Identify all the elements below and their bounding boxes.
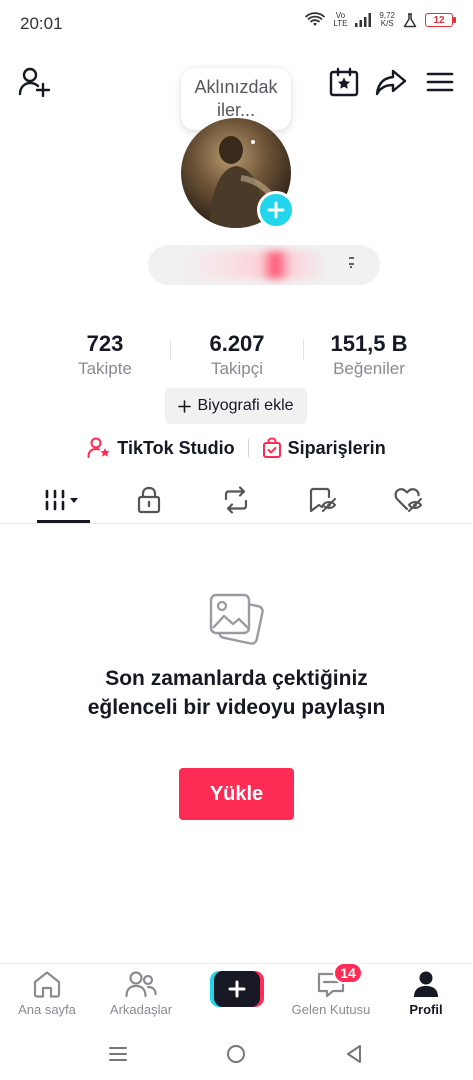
username-edit-icon	[348, 253, 356, 275]
tab-private[interactable]	[104, 476, 194, 524]
add-friend-icon	[18, 67, 51, 98]
empty-state-message: Son zamanlarda çektiğiniz eğlenceli bir …	[87, 667, 386, 719]
links-divider	[247, 439, 249, 457]
signal-icon	[355, 13, 372, 27]
home-circle-icon	[227, 1045, 245, 1063]
status-bar: 20:01 Vo LTE 9,72 K/S 12	[0, 0, 473, 48]
battery-level: 12	[433, 14, 445, 26]
plus-icon	[178, 399, 192, 413]
status-time: 20:01	[20, 14, 63, 33]
menu-icon	[426, 72, 454, 92]
videos-grid-icon	[45, 489, 78, 511]
recents-icon	[109, 1047, 127, 1061]
inbox-badge: 14	[333, 962, 363, 984]
nav-inbox[interactable]: Gelen Kutusu	[284, 970, 378, 1017]
upload-button[interactable]: Yükle	[179, 768, 294, 820]
bottom-navigation: Ana sayfa Arkadaşlar Gelen Kutusu 14 Pro…	[0, 962, 473, 1027]
liked-icon	[394, 488, 423, 512]
profile-tabs	[0, 476, 473, 524]
home-system-button[interactable]	[218, 1038, 254, 1070]
stat-following[interactable]: 723 Takipte	[40, 330, 170, 380]
stat-divider	[170, 340, 171, 360]
likes-label: Beğeniler	[333, 359, 405, 378]
username-blurred	[178, 251, 328, 279]
tab-liked[interactable]	[364, 476, 454, 524]
back-button[interactable]	[336, 1038, 372, 1070]
share-profile-button[interactable]	[372, 64, 410, 100]
battery-icon: 12	[425, 13, 456, 27]
system-navigation	[0, 1028, 473, 1080]
status-icons: Vo LTE 9,72 K/S 12	[305, 12, 456, 28]
empty-photos-icon	[208, 592, 266, 655]
nav-profile-label: Profil	[409, 1002, 443, 1017]
flask-icon	[403, 12, 417, 27]
followers-label: Takipçi	[211, 359, 263, 378]
add-avatar-button[interactable]	[257, 191, 295, 229]
friends-icon	[125, 971, 157, 998]
nav-inbox-label: Gelen Kutusu	[291, 1002, 371, 1017]
shopping-bag-icon	[262, 437, 281, 458]
calendar-button[interactable]	[326, 64, 362, 100]
active-tab-indicator	[37, 520, 90, 523]
volte-label: Vo LTE	[333, 12, 347, 28]
plus-icon	[267, 201, 285, 219]
stat-followers[interactable]: 6.207 Takipçi	[172, 330, 302, 380]
stat-likes[interactable]: 151,5 B Beğeniler	[304, 330, 434, 380]
lock-icon	[137, 486, 161, 514]
plus-icon	[228, 980, 246, 998]
nav-friends[interactable]: Arkadaşlar	[94, 970, 188, 1017]
favorites-icon	[309, 487, 337, 513]
add-friend-button[interactable]	[14, 64, 54, 100]
repost-icon	[224, 486, 248, 514]
create-button-body	[214, 971, 260, 1007]
tiktok-studio-label: TikTok Studio	[117, 437, 235, 458]
tiktok-studio-link[interactable]: TikTok Studio	[87, 437, 235, 459]
back-icon	[347, 1045, 361, 1063]
following-count: 723	[86, 331, 124, 356]
likes-count: 151,5 B	[330, 331, 408, 356]
profile-icon	[414, 971, 438, 997]
wifi-icon	[305, 12, 326, 26]
orders-link[interactable]: Siparişlerin	[262, 437, 386, 459]
network-speed: 9,72 K/S	[379, 12, 395, 28]
speed-unit: K/S	[380, 19, 394, 28]
tab-favorites[interactable]	[278, 476, 368, 524]
username-field[interactable]	[148, 245, 380, 285]
home-icon	[33, 971, 61, 998]
create-button[interactable]	[210, 971, 264, 1007]
tab-videos[interactable]	[18, 476, 108, 524]
profile-links: TikTok Studio Siparişlerin	[0, 434, 473, 462]
followers-count: 6.207	[209, 331, 265, 356]
add-bio-button[interactable]: Biyografi ekle	[165, 388, 307, 424]
nav-home[interactable]: Ana sayfa	[0, 970, 94, 1017]
recents-button[interactable]	[100, 1038, 136, 1070]
nav-home-label: Ana sayfa	[18, 1002, 76, 1017]
nav-friends-label: Arkadaşlar	[109, 1002, 173, 1017]
calendar-star-icon	[329, 67, 359, 97]
person-star-icon	[87, 437, 110, 458]
orders-label: Siparişlerin	[287, 437, 386, 458]
following-label: Takipte	[78, 359, 132, 378]
menu-button[interactable]	[422, 64, 458, 100]
add-bio-label: Biyografi ekle	[197, 397, 294, 414]
nav-profile[interactable]: Profil	[379, 970, 473, 1017]
volte-bottom: LTE	[333, 19, 348, 28]
thought-bubble-text: Aklınızdak iler...	[194, 77, 278, 120]
tab-reposts[interactable]	[191, 476, 281, 524]
share-icon	[375, 69, 407, 96]
